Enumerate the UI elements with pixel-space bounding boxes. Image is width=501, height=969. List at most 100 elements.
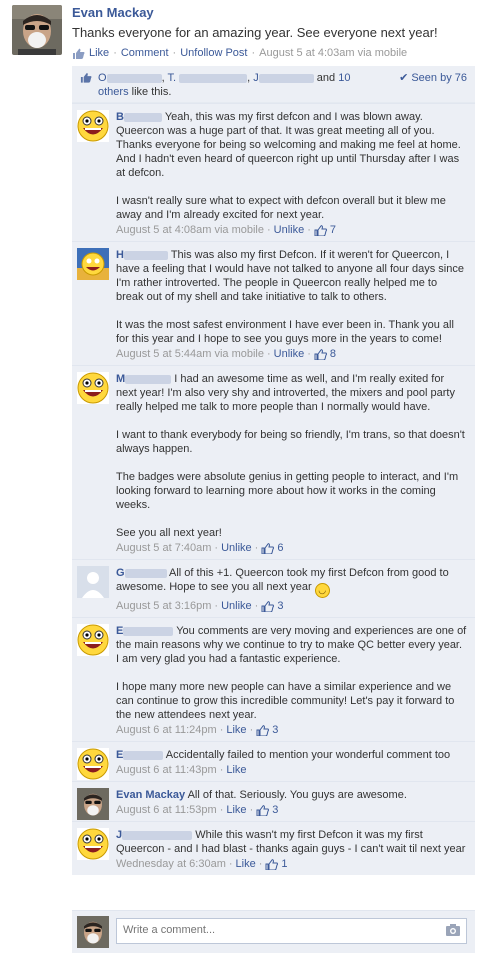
comment-like-link[interactable]: Like bbox=[226, 804, 246, 816]
comment-text: I wasn't really sure what to expect with… bbox=[116, 195, 446, 221]
post-timestamp[interactable]: August 5 at 4:03am via mobile bbox=[259, 47, 407, 59]
commenter-name[interactable]: Evan Mackay bbox=[116, 789, 185, 801]
commenter-name[interactable]: E bbox=[116, 749, 123, 761]
post-actions: Like · Comment · Unfollow Post · August … bbox=[72, 47, 495, 59]
comment-timestamp[interactable]: Wednesday at 6:30am bbox=[116, 858, 226, 870]
comment-text: Accidentally failed to mention your wond… bbox=[165, 749, 451, 761]
commenter-name[interactable]: E bbox=[116, 625, 123, 637]
comment-body: M I had an awesome time as well, and I'm… bbox=[116, 372, 467, 554]
comment-like-link[interactable]: Like bbox=[226, 764, 246, 776]
post-author-name[interactable]: Evan Mackay bbox=[72, 5, 495, 20]
comment: Evan Mackay All of that. Seriously. You … bbox=[72, 781, 475, 821]
post-comment-link[interactable]: Comment bbox=[121, 47, 169, 59]
separator: · bbox=[219, 724, 224, 736]
separator: · bbox=[249, 804, 254, 816]
separator: · bbox=[254, 542, 259, 554]
comment-paragraph: I hope many more new people can have a s… bbox=[116, 680, 467, 722]
like-thumb-icon bbox=[256, 804, 270, 816]
comment-text: The badges were absolute genius in getti… bbox=[116, 471, 459, 511]
commenter-name[interactable]: M bbox=[116, 373, 125, 385]
commenter-avatar[interactable] bbox=[77, 828, 109, 860]
separator: · bbox=[228, 858, 233, 870]
comment-paragraph: B Yeah, this was my first defcon and I w… bbox=[116, 110, 467, 180]
comment-like-count[interactable]: 3 bbox=[272, 724, 278, 736]
comment-timestamp[interactable]: August 5 at 5:44am via mobile bbox=[116, 348, 264, 360]
liker-name[interactable]: J bbox=[253, 72, 259, 84]
separator: · bbox=[266, 348, 271, 360]
comment-text: It was the most safest environment I hav… bbox=[116, 319, 454, 345]
comment-like-link[interactable]: Like bbox=[226, 724, 246, 736]
likes-and: and bbox=[316, 72, 336, 84]
commenter-name[interactable]: B bbox=[116, 111, 124, 123]
redacted-name bbox=[125, 374, 172, 384]
comment-meta: August 5 at 3:16pm · Unlike · 3 bbox=[116, 600, 467, 612]
commenter-avatar[interactable] bbox=[77, 110, 109, 142]
comment-meta: August 5 at 4:08am via mobile · Unlike · 7 bbox=[116, 224, 467, 236]
commenter-avatar[interactable] bbox=[77, 566, 109, 598]
comment-like-count[interactable]: 7 bbox=[330, 224, 336, 236]
redacted-name bbox=[124, 568, 167, 578]
comment-like-count[interactable]: 3 bbox=[277, 600, 283, 612]
comment-body: B Yeah, this was my first defcon and I w… bbox=[116, 110, 467, 236]
comment-like-count[interactable]: 8 bbox=[330, 348, 336, 360]
comment-like-link[interactable]: Unlike bbox=[221, 542, 252, 554]
redacted-name bbox=[258, 73, 314, 83]
separator: · bbox=[254, 600, 259, 612]
separator: · bbox=[307, 224, 311, 236]
comment-meta: August 6 at 11:24pm · Like · 3 bbox=[116, 724, 467, 736]
seen-by-text: Seen by 76 bbox=[411, 72, 467, 84]
redacted-name bbox=[123, 750, 164, 760]
commenter-avatar[interactable] bbox=[77, 624, 109, 656]
comment-body: Evan Mackay All of that. Seriously. You … bbox=[116, 788, 467, 816]
comment-composer bbox=[72, 910, 475, 953]
comment-timestamp[interactable]: August 6 at 11:43pm bbox=[116, 764, 217, 776]
like-thumb-icon bbox=[261, 542, 275, 554]
feedback-panel: O, T. , J and 10 others like this. ✔ See… bbox=[72, 66, 475, 875]
comment-meta: August 5 at 7:40am · Unlike · 6 bbox=[116, 542, 467, 554]
comment-text: Yeah, this was my first defcon and I was… bbox=[116, 111, 461, 179]
commenter-avatar[interactable] bbox=[77, 372, 109, 404]
comment-timestamp[interactable]: August 5 at 3:16pm bbox=[116, 600, 211, 612]
comment-input[interactable] bbox=[117, 919, 449, 941]
others-count[interactable]: 10 bbox=[338, 72, 350, 84]
comment-like-count[interactable]: 1 bbox=[281, 858, 287, 870]
checkmark-icon: ✔ bbox=[399, 72, 409, 84]
comment-like-link[interactable]: Unlike bbox=[274, 348, 305, 360]
comment-timestamp[interactable]: August 6 at 11:24pm bbox=[116, 724, 217, 736]
comment: H This was also my first Defcon. If it w… bbox=[72, 241, 475, 365]
liker-name[interactable]: O bbox=[98, 72, 107, 84]
comment-like-link[interactable]: Like bbox=[236, 858, 256, 870]
commenter-name[interactable]: G bbox=[116, 567, 125, 579]
like-thumb-icon bbox=[73, 48, 85, 59]
separator: · bbox=[214, 542, 219, 554]
commenter-avatar[interactable] bbox=[77, 248, 109, 280]
author-avatar[interactable] bbox=[12, 5, 62, 55]
comment-input-box[interactable] bbox=[116, 918, 467, 944]
comment-meta: August 5 at 5:44am via mobile · Unlike · 8 bbox=[116, 348, 467, 360]
others-link[interactable]: others bbox=[98, 86, 129, 98]
comment: M I had an awesome time as well, and I'm… bbox=[72, 365, 475, 559]
commenter-avatar[interactable] bbox=[77, 748, 109, 780]
comment-timestamp[interactable]: August 5 at 7:40am bbox=[116, 542, 211, 554]
comment-text: I hope many more new people can have a s… bbox=[116, 681, 455, 721]
like-thumb-icon bbox=[80, 73, 92, 83]
camera-icon[interactable] bbox=[446, 924, 460, 936]
liker-name[interactable]: T. bbox=[167, 72, 176, 84]
comment-timestamp[interactable]: August 6 at 11:53pm bbox=[116, 804, 217, 816]
smiley-icon: ◡ bbox=[314, 583, 330, 598]
seen-by[interactable]: ✔ Seen by 76 bbox=[399, 71, 467, 84]
comment-like-link[interactable]: Unlike bbox=[221, 600, 252, 612]
comment-like-link[interactable]: Unlike bbox=[274, 224, 305, 236]
comment-paragraph: M I had an awesome time as well, and I'm… bbox=[116, 372, 467, 414]
comment-like-count[interactable]: 6 bbox=[277, 542, 283, 554]
unfollow-post-link[interactable]: Unfollow Post bbox=[180, 47, 247, 59]
comment-like-count[interactable]: 3 bbox=[272, 804, 278, 816]
likes-summary: O, T. , J and 10 others like this. ✔ See… bbox=[72, 66, 475, 103]
commenter-avatar[interactable] bbox=[77, 788, 109, 820]
comment-paragraph: G All of this +1. Queercon took my first… bbox=[116, 566, 467, 598]
post-like-link[interactable]: Like bbox=[89, 47, 109, 59]
commenter-name[interactable]: H bbox=[116, 249, 124, 261]
comment-timestamp[interactable]: August 5 at 4:08am via mobile bbox=[116, 224, 264, 236]
comment-paragraph: I want to thank everybody for being so f… bbox=[116, 428, 467, 456]
like-thumb-icon bbox=[265, 858, 279, 870]
